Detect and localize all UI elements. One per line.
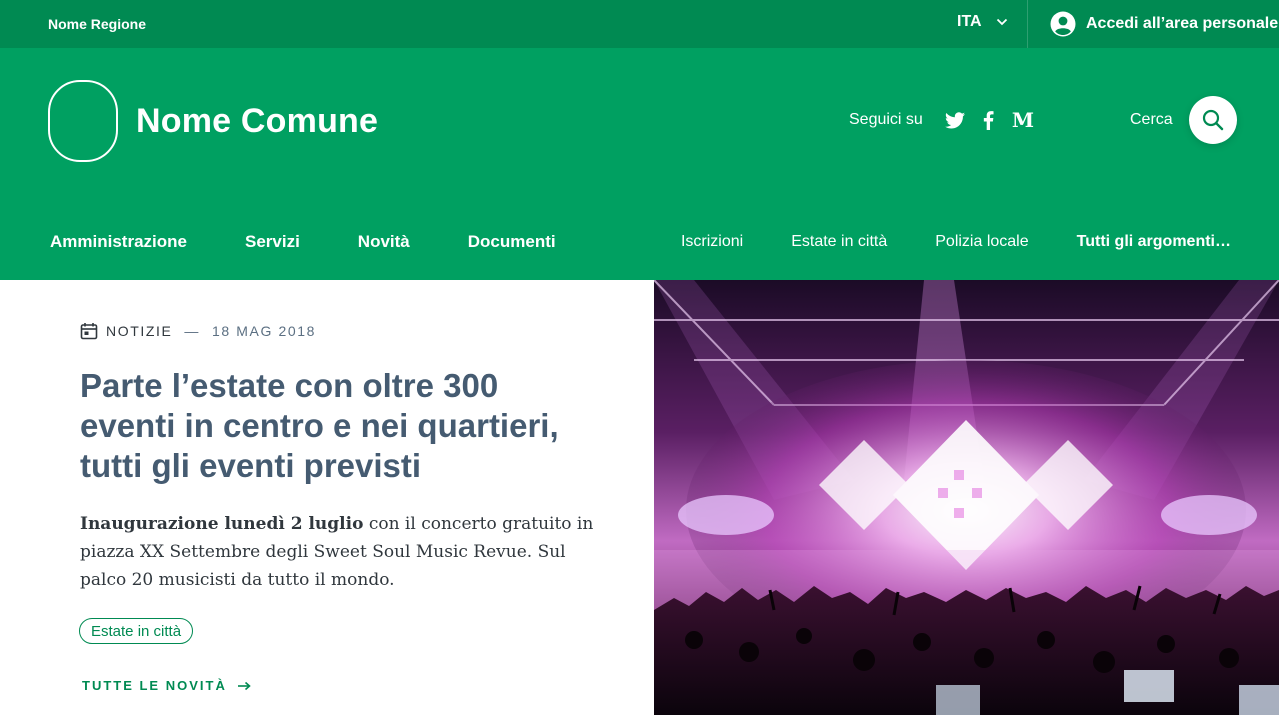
top-bar: Nome Regione ITA Accedi all’area persona…: [0, 0, 1279, 48]
language-label: ITA: [957, 13, 982, 30]
meta-separator: —: [184, 323, 201, 339]
search-label[interactable]: Cerca: [1130, 111, 1173, 129]
language-selector[interactable]: ITA: [957, 13, 1008, 31]
site-name[interactable]: Nome Comune: [136, 102, 378, 141]
nav-item-documenti[interactable]: Documenti: [468, 232, 556, 252]
topic-item-estate-in-citta[interactable]: Estate in città: [791, 233, 887, 251]
calendar-icon: [80, 322, 98, 340]
topic-item-all[interactable]: Tutti gli argomenti…: [1077, 233, 1231, 251]
main-navigation: Amministrazione Servizi Novità Documenti: [50, 232, 614, 252]
search-icon: [1202, 109, 1223, 131]
hero-image-concert: [654, 280, 1279, 715]
user-icon: [1050, 11, 1076, 37]
nav-item-servizi[interactable]: Servizi: [245, 232, 300, 252]
login-button[interactable]: Accedi all’area personale: [1050, 11, 1278, 37]
logo[interactable]: [48, 80, 118, 162]
all-news-link[interactable]: TUTTE LE NOVITÀ: [82, 678, 251, 693]
news-meta: NOTIZIE — 18 MAG 2018: [80, 322, 316, 340]
excerpt-highlight: Inaugurazione lunedì 2 luglio: [80, 514, 364, 534]
site-header: Nome Comune Seguici su M Cerca Amministr…: [0, 48, 1279, 280]
medium-icon: M: [1011, 108, 1034, 132]
topic-item-polizia-locale[interactable]: Polizia locale: [935, 233, 1028, 251]
twitter-link[interactable]: [944, 111, 965, 129]
search-button[interactable]: [1188, 96, 1237, 144]
nav-item-novita[interactable]: Novità: [358, 232, 410, 252]
topic-chip[interactable]: Estate in città: [79, 618, 194, 644]
news-category[interactable]: NOTIZIE: [106, 323, 172, 339]
search-area: Cerca: [1130, 96, 1237, 144]
news-title[interactable]: Parte l’estate con oltre 300 eventi in c…: [80, 366, 600, 486]
facebook-icon: [983, 110, 994, 130]
nav-item-amministrazione[interactable]: Amministrazione: [50, 232, 187, 252]
concert-photo: [654, 280, 1279, 715]
facebook-link[interactable]: [983, 110, 994, 130]
social-links: Seguici su M: [849, 110, 1034, 130]
arrow-right-icon: [237, 681, 251, 690]
twitter-icon: [944, 111, 965, 128]
news-excerpt: Inaugurazione lunedì 2 luglio con il con…: [80, 510, 610, 594]
region-name[interactable]: Nome Regione: [48, 16, 146, 32]
topics-navigation: Iscrizioni Estate in città Polizia local…: [633, 233, 1231, 251]
chevron-down-icon: [996, 18, 1007, 26]
topic-item-iscrizioni[interactable]: Iscrizioni: [681, 233, 743, 251]
news-date: 18 MAG 2018: [212, 323, 317, 339]
hero-news-card: NOTIZIE — 18 MAG 2018 Parte l’estate con…: [0, 280, 654, 715]
topbar-divider: [1027, 0, 1028, 48]
medium-link[interactable]: M: [1012, 110, 1034, 130]
follow-label: Seguici su: [849, 111, 923, 128]
all-news-label: TUTTE LE NOVITÀ: [82, 678, 227, 693]
login-label: Accedi all’area personale: [1086, 15, 1279, 32]
